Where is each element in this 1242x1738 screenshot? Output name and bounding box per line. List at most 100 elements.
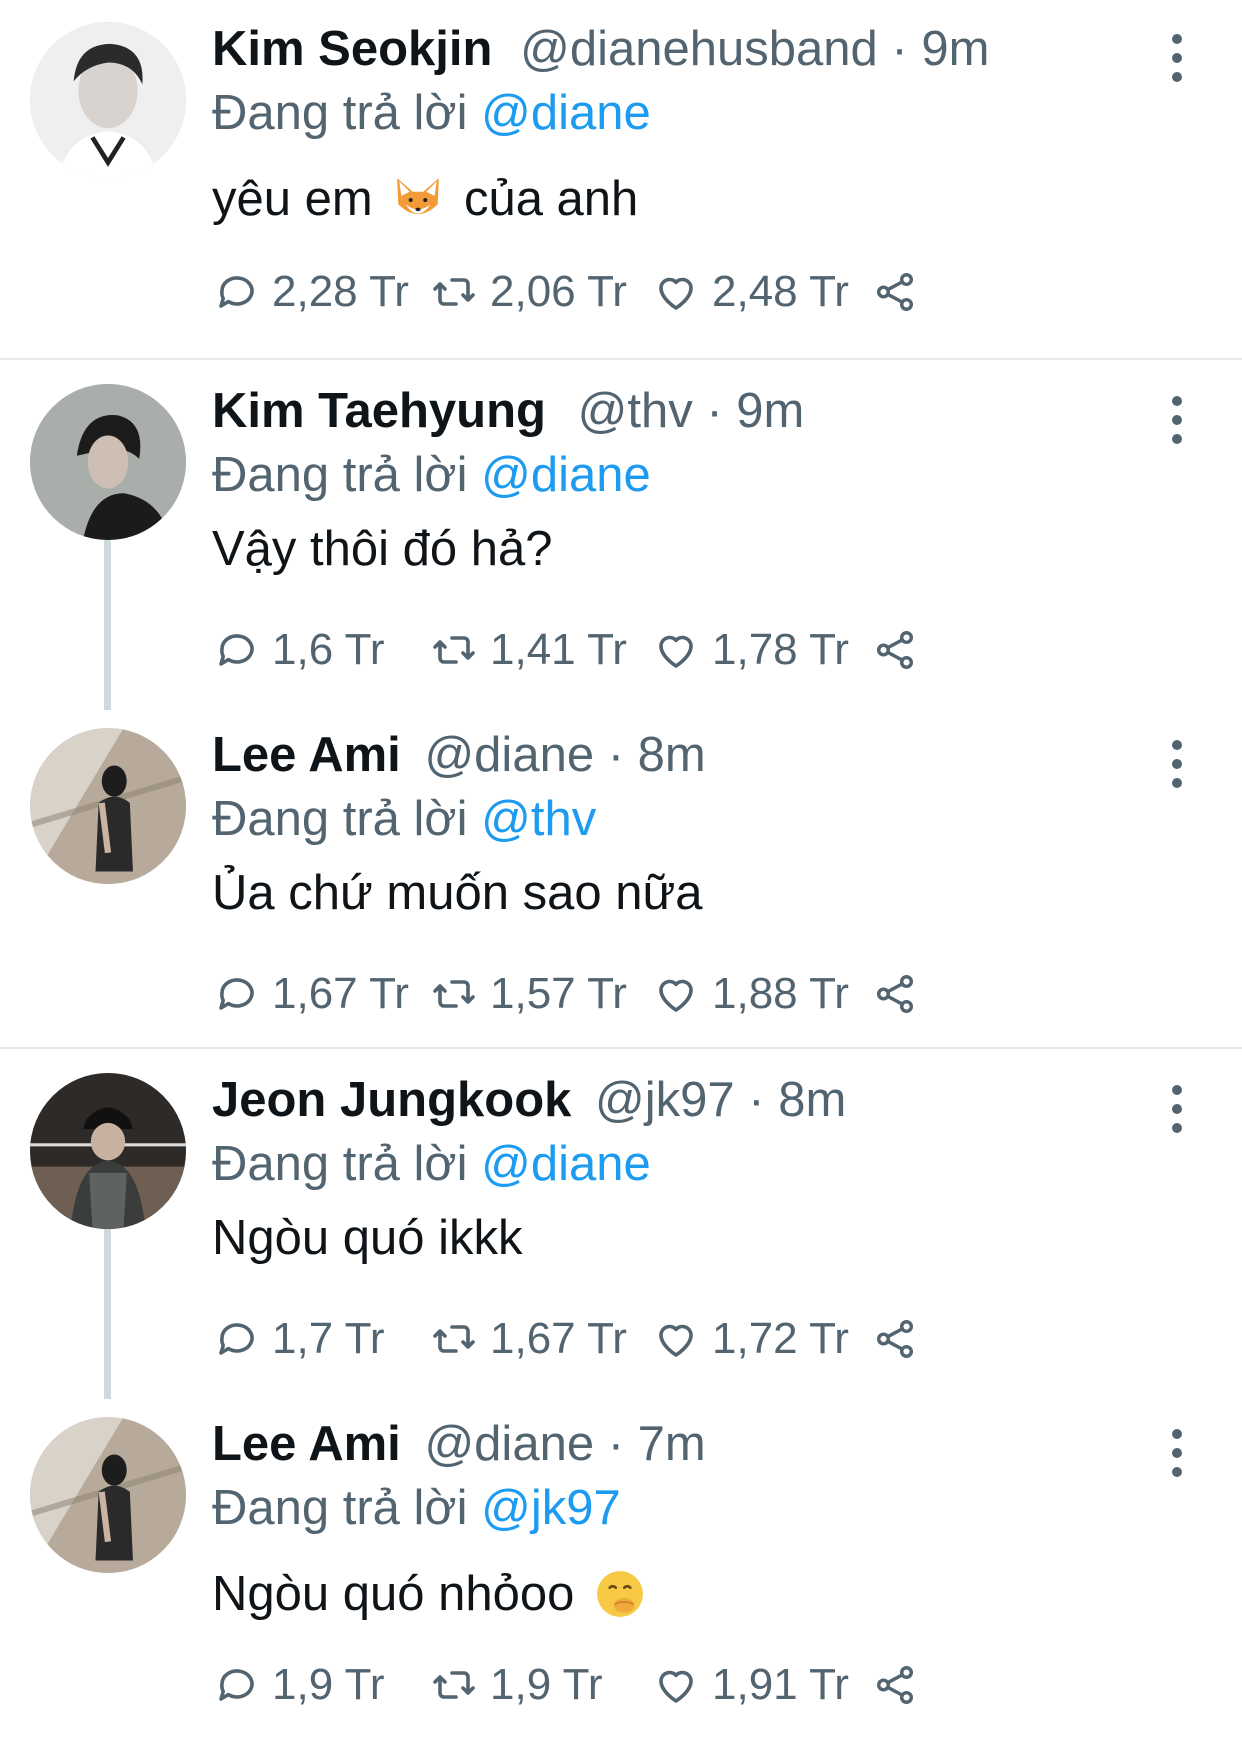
- reply-mention[interactable]: @diane: [481, 1137, 651, 1191]
- like-count: 1,88 Tr: [712, 969, 849, 1018]
- like-count: 1,91 Tr: [712, 1660, 849, 1709]
- separator: ·: [891, 22, 908, 76]
- retweet-button[interactable]: 1,41 Tr: [430, 620, 627, 680]
- reply-button[interactable]: 2,28 Tr: [212, 262, 409, 322]
- tweet[interactable]: Jeon Jungkook @jk97 · 8m Đang trả lời @d…: [0, 1051, 1242, 1399]
- comment-icon: [219, 634, 254, 666]
- avatar[interactable]: [30, 22, 186, 178]
- tweet-feed: Kim Seokjin @dianehusband · 9m Đang trả …: [0, 0, 1242, 1738]
- more-options-button[interactable]: [1170, 1429, 1184, 1477]
- share-button[interactable]: [872, 1309, 930, 1369]
- reply-count: 1,7 Tr: [272, 1314, 385, 1363]
- reply-prefix: Đang trả lời: [212, 1137, 468, 1191]
- more-options-button[interactable]: [1170, 34, 1184, 82]
- like-count: 1,72 Tr: [712, 1314, 849, 1363]
- share-icon: [876, 631, 914, 669]
- comment-icon: [219, 1669, 254, 1701]
- retweet-button[interactable]: 1,67 Tr: [430, 1309, 627, 1369]
- retweet-icon: [433, 1325, 475, 1353]
- avatar[interactable]: [30, 1417, 186, 1573]
- share-button[interactable]: [872, 620, 930, 680]
- like-button[interactable]: 1,88 Tr: [652, 964, 849, 1024]
- avatar[interactable]: [30, 1073, 186, 1229]
- more-options-button[interactable]: [1170, 396, 1184, 444]
- share-icon: [876, 1320, 914, 1358]
- retweet-icon: [433, 278, 475, 306]
- reply-mention[interactable]: @diane: [481, 448, 651, 502]
- retweet-button[interactable]: 2,06 Tr: [430, 262, 627, 322]
- tweet-text: Ngòu quó nhỏoo: [212, 1567, 575, 1621]
- heart-icon: [659, 979, 693, 1012]
- reply-mention[interactable]: @thv: [481, 792, 596, 846]
- reply-prefix: Đang trả lời: [212, 792, 468, 846]
- share-icon: [876, 1666, 914, 1704]
- separator: ·: [706, 384, 723, 438]
- timestamp[interactable]: 7m: [638, 1417, 706, 1471]
- retweet-button[interactable]: 1,57 Tr: [430, 964, 627, 1024]
- author-handle[interactable]: @diane: [424, 1417, 594, 1471]
- like-count: 1,78 Tr: [712, 625, 849, 674]
- author-name[interactable]: Jeon Jungkook: [212, 1073, 571, 1127]
- timestamp[interactable]: 8m: [638, 728, 706, 782]
- retweet-count: 2,06 Tr: [490, 267, 627, 316]
- like-button[interactable]: 1,91 Tr: [652, 1655, 849, 1715]
- avatar[interactable]: [30, 384, 186, 540]
- like-button[interactable]: 1,72 Tr: [652, 1309, 849, 1369]
- tweet-text: của anh: [463, 172, 639, 226]
- timestamp[interactable]: 8m: [778, 1073, 846, 1127]
- avatar[interactable]: [30, 728, 186, 884]
- heart-icon: [659, 277, 693, 310]
- timestamp[interactable]: 9m: [736, 384, 804, 438]
- separator: ·: [607, 1417, 625, 1471]
- share-button[interactable]: [872, 964, 930, 1024]
- more-options-button[interactable]: [1170, 740, 1184, 788]
- retweet-button[interactable]: 1,9 Tr: [430, 1655, 603, 1715]
- retweet-icon: [433, 980, 475, 1008]
- retweet-count: 1,41 Tr: [490, 625, 627, 674]
- tweet-text: Ngòu quó ikkk: [212, 1211, 523, 1265]
- tweet-text: Vậy thôi đó hả?: [212, 522, 553, 576]
- retweet-count: 1,9 Tr: [490, 1660, 603, 1709]
- fox-emoji: [397, 178, 440, 215]
- reply-mention[interactable]: @diane: [481, 86, 651, 140]
- tweet[interactable]: Lee Ami @diane · 8m Đang trả lời @thv Ủa…: [0, 706, 1242, 1046]
- reply-button[interactable]: 1,9 Tr: [212, 1655, 385, 1715]
- like-button[interactable]: 1,78 Tr: [652, 620, 849, 680]
- author-name[interactable]: Kim Seokjin: [212, 22, 492, 76]
- hand-over-mouth-emoji: [597, 1571, 643, 1617]
- tweet[interactable]: Kim Taehyung @thv · 9m Đang trả lời @dia…: [0, 362, 1242, 710]
- reply-prefix: Đang trả lời: [212, 86, 468, 140]
- share-button[interactable]: [872, 1655, 930, 1715]
- separator: ·: [748, 1073, 765, 1127]
- thread-line: [104, 1229, 111, 1399]
- author-handle[interactable]: @jk97: [595, 1073, 735, 1127]
- reply-count: 1,6 Tr: [272, 625, 385, 674]
- timestamp[interactable]: 9m: [921, 22, 989, 76]
- reply-mention[interactable]: @jk97: [481, 1481, 621, 1535]
- share-button[interactable]: [872, 262, 930, 322]
- separator: ·: [607, 728, 625, 782]
- author-name[interactable]: Kim Taehyung: [212, 384, 546, 438]
- tweet[interactable]: Kim Seokjin @dianehusband · 9m Đang trả …: [0, 0, 1242, 358]
- author-handle[interactable]: @dianehusband: [520, 22, 878, 76]
- tweet-text: yêu em: [212, 172, 373, 226]
- tweet[interactable]: Lee Ami @diane · 7m Đang trả lời @jk97 N…: [0, 1395, 1242, 1738]
- author-handle[interactable]: @thv: [578, 384, 693, 438]
- retweet-icon: [433, 1671, 475, 1699]
- divider: [0, 1047, 1242, 1049]
- like-count: 2,48 Tr: [712, 267, 849, 316]
- reply-count: 2,28 Tr: [272, 267, 409, 316]
- reply-button[interactable]: 1,7 Tr: [212, 1309, 385, 1369]
- thread-line: [104, 540, 111, 710]
- author-name[interactable]: Lee Ami: [212, 728, 401, 782]
- reply-button[interactable]: 1,6 Tr: [212, 620, 385, 680]
- reply-count: 1,67 Tr: [272, 969, 409, 1018]
- more-options-button[interactable]: [1170, 1085, 1184, 1133]
- share-icon: [876, 975, 914, 1013]
- author-handle[interactable]: @diane: [424, 728, 594, 782]
- heart-icon: [659, 635, 693, 668]
- author-name[interactable]: Lee Ami: [212, 1417, 401, 1471]
- reply-prefix: Đang trả lời: [212, 448, 468, 502]
- reply-button[interactable]: 1,67 Tr: [212, 964, 409, 1024]
- like-button[interactable]: 2,48 Tr: [652, 262, 849, 322]
